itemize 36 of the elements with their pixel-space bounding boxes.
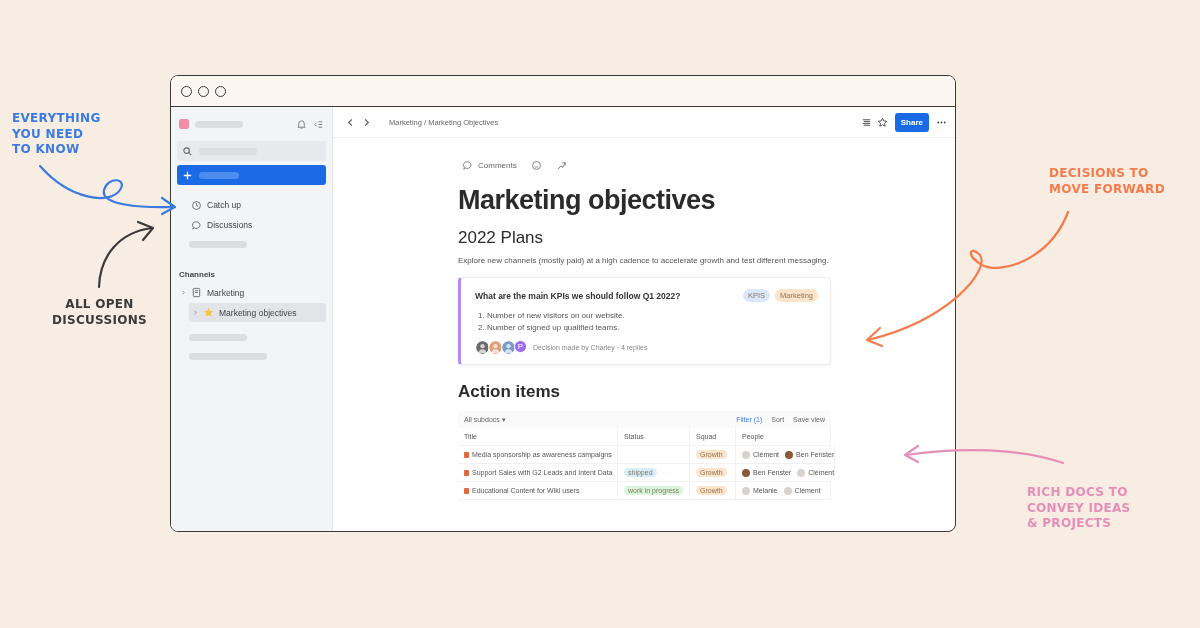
document-item[interactable]: Marketing objectives [189,303,326,322]
star-icon [203,307,214,318]
annotation-label: ALL OPEN DISCUSSIONS [52,297,148,328]
caret-icon[interactable] [181,290,186,295]
annotation-label: EVERYTHING YOU NEED TO KNOW [12,111,101,158]
plus-icon [182,169,193,181]
bell-icon[interactable] [296,118,307,130]
search-field[interactable] [177,141,326,161]
search-icon [182,145,193,157]
page-title: Marketing objectives [458,185,717,216]
clock-icon [191,199,202,211]
section-heading: 2022 Plans [458,228,545,248]
trend-icon[interactable] [555,160,567,171]
list-item: 1. Number of new visitors on our website. [478,310,626,322]
decision-question: What are the main KPIs we should follow Q1 2022? [475,290,682,301]
list-item: 2. Number of signed up qualified teams. [478,322,621,334]
collapse-icon[interactable] [313,118,324,130]
nav-item[interactable]: Catch up [177,195,326,215]
avatar: P [514,340,527,353]
share-button[interactable]: Share [894,112,929,132]
annotation-label: RICH DOCS TO CONVEY IDEAS & PROJECTS [1027,485,1131,532]
curved-arrow [97,220,155,289]
star-icon[interactable] [876,116,888,128]
emoji-icon[interactable] [530,160,542,171]
outline-icon[interactable] [860,116,872,128]
chat-icon [191,219,202,231]
channel-item[interactable]: Marketing [177,283,326,302]
chat-icon [462,160,473,171]
intro-paragraph: Explore new channels (mostly paid) at a high cadence to accelerate growth and test different messaging. [458,255,830,267]
document-icon [191,287,202,298]
caret-icon[interactable] [193,310,198,315]
section-heading: Channels [178,270,216,279]
nav-item[interactable]: Discussions [177,215,326,235]
annotation-label: DECISIONS TO MOVE FORWARD [1049,166,1165,197]
section-heading: Action items [458,382,562,402]
comments-button[interactable]: Comments [462,160,517,171]
